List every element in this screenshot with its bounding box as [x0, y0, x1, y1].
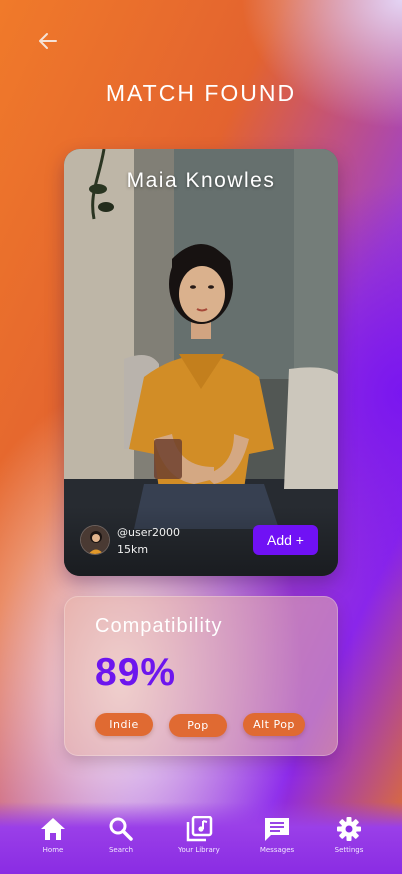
gear-icon — [337, 817, 361, 841]
home-icon — [41, 818, 65, 840]
nav-label-settings: Settings — [334, 846, 364, 854]
nav-item-home[interactable]: Home — [18, 816, 88, 854]
back-button[interactable] — [34, 27, 62, 55]
profile-distance: 15km — [117, 543, 149, 556]
nav-label-library: Your Library — [178, 846, 220, 854]
nav-item-search[interactable]: Search — [86, 816, 156, 854]
nav-label-home: Home — [42, 846, 64, 854]
nav-item-settings[interactable]: Settings — [314, 816, 384, 854]
add-button[interactable]: Add + — [253, 525, 318, 555]
profile-handle: @user2000 — [117, 526, 180, 539]
library-music-icon — [186, 816, 213, 842]
genre-tag[interactable]: Pop — [169, 714, 227, 737]
nav-item-library[interactable]: Your Library — [164, 816, 234, 854]
nav-label-messages: Messages — [259, 846, 295, 854]
nav-item-messages[interactable]: Messages — [242, 816, 312, 854]
genre-tag[interactable]: Indie — [95, 713, 153, 736]
compatibility-score: 89% — [95, 651, 177, 694]
profile-card[interactable]: Maia Knowles @user2000 15km Add + — [64, 149, 338, 576]
profile-name: Maia Knowles — [126, 169, 276, 192]
page-title: MATCH FOUND — [105, 80, 297, 106]
message-icon — [265, 818, 289, 841]
genre-tag[interactable]: Alt Pop — [243, 713, 305, 736]
search-icon — [109, 817, 133, 841]
arrow-left-icon — [39, 33, 57, 49]
compatibility-card: Compatibility 89% Indie Pop Alt Pop — [64, 596, 338, 756]
nav-label-search: Search — [108, 846, 134, 854]
avatar[interactable] — [80, 525, 110, 555]
compatibility-title: Compatibility — [95, 615, 223, 637]
bottom-nav: Home Search Your Library Messages Settin… — [0, 802, 402, 874]
